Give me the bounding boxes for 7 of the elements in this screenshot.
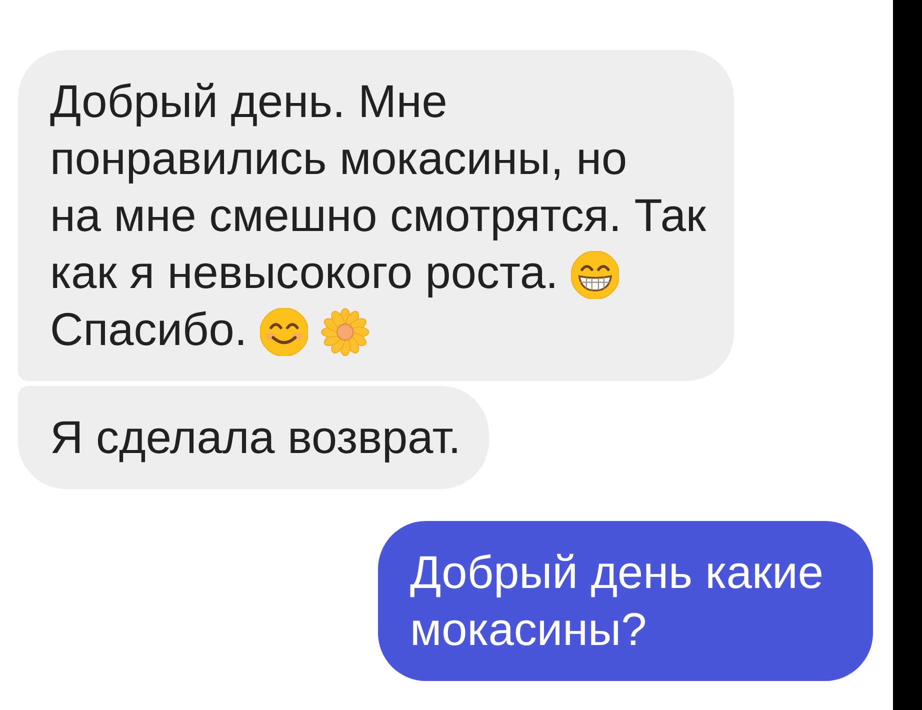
flower-icon bbox=[320, 308, 370, 356]
grinning-face-icon bbox=[571, 250, 620, 300]
message-text: как я невысокого роста. bbox=[50, 246, 558, 298]
message-text: Я сделала возврат. bbox=[50, 411, 461, 463]
message-text: Спасибо. bbox=[50, 303, 248, 355]
message-text: Добрый день какие мокасины? bbox=[410, 546, 824, 655]
smiling-face-icon bbox=[260, 308, 308, 356]
